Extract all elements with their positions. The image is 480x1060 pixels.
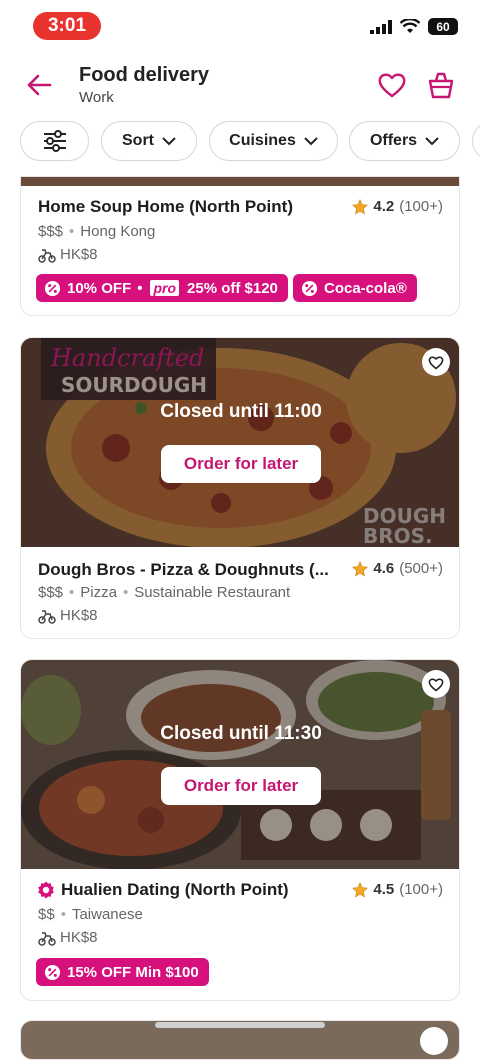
back-arrow-icon[interactable] <box>24 70 54 100</box>
cuisine-tag: Sustainable Restaurant <box>134 584 291 601</box>
signal-icon <box>370 19 392 34</box>
restaurant-image-edge <box>21 177 459 186</box>
status-time: 3:01 <box>33 12 101 40</box>
promo-badge-coca-cola: Coca-cola® <box>293 274 417 302</box>
filter-bar: Sort Cuisines Offers <box>0 121 480 163</box>
discount-icon <box>44 964 61 980</box>
cuisine-tag: Taiwanese <box>71 906 143 923</box>
rating-value: 4.5 <box>373 881 395 898</box>
home-indicator[interactable] <box>155 1022 325 1028</box>
cuisines-label: Cuisines <box>229 132 296 149</box>
restaurant-image: Closed until 11:30 Order for later <box>21 660 459 869</box>
price-level: $$$ <box>38 584 64 601</box>
delivery-fee: HK$8 <box>38 246 98 263</box>
delivery-fee-value: HK$8 <box>60 607 98 624</box>
rating-value: 4.6 <box>373 560 395 577</box>
closed-overlay <box>21 338 459 547</box>
promo-pro-text: 25% off $120 <box>187 279 278 297</box>
chevron-down-icon <box>162 136 176 145</box>
status-icons: 60 <box>370 18 458 35</box>
delivery-bike-icon <box>38 248 56 263</box>
promo-badge-discount: 10% OFF • pro 25% off $120 <box>36 274 288 302</box>
delivery-bike-icon <box>38 609 56 624</box>
star-icon <box>352 560 369 576</box>
restaurant-meta: $$$ • Pizza • Sustainable Restaurant <box>38 584 291 601</box>
delivery-fee: HK$8 <box>38 607 98 624</box>
restaurant-rating: 4.5 (100+) <box>352 881 443 898</box>
status-bar: 3:01 60 <box>0 0 480 54</box>
closed-label: Closed until 11:30 <box>160 723 322 744</box>
promo-discount-text: 10% OFF <box>67 279 132 297</box>
favorite-button[interactable] <box>422 348 450 376</box>
promo-badge-discount: 15% OFF Min $100 <box>36 958 209 986</box>
order-for-later-button[interactable]: Order for later <box>161 767 321 805</box>
restaurant-rating: 4.2 (100+) <box>352 198 443 215</box>
restaurant-name: Dough Bros - Pizza & Doughnuts (... <box>38 560 329 579</box>
star-icon <box>352 198 369 214</box>
review-count: (100+) <box>399 198 443 215</box>
delivery-fee-value: HK$8 <box>60 246 98 263</box>
sort-dropdown[interactable]: Sort <box>101 121 197 161</box>
restaurant-name: Home Soup Home (North Point) <box>38 197 293 216</box>
restaurant-card[interactable]: Closed until 11:30 Order for later Huali… <box>20 659 460 1001</box>
price-level: $$$ <box>38 223 64 240</box>
closed-label: Closed until 11:00 <box>160 401 322 422</box>
restaurant-name: Hualien Dating (North Point) <box>61 880 289 899</box>
heart-icon <box>428 355 444 370</box>
promo-coca-cola-text: Coca-cola® <box>324 279 407 297</box>
cuisine-tag: Pizza <box>80 584 117 601</box>
heart-icon <box>428 677 444 692</box>
delivery-fee-value: HK$8 <box>60 929 98 946</box>
wifi-icon <box>400 19 420 33</box>
battery-indicator: 60 <box>428 18 458 35</box>
favorites-heart-icon[interactable] <box>377 70 407 100</box>
cuisine-tag: Hong Kong <box>80 223 156 240</box>
restaurant-meta: $$ • Taiwanese <box>38 906 143 923</box>
more-filters-chip[interactable] <box>472 121 480 161</box>
delivery-address[interactable]: Work <box>79 89 114 106</box>
restaurant-card[interactable]: Handcrafted SOURDOUGH DOUGH BROS. Closed… <box>20 337 460 639</box>
restaurant-card[interactable]: Home Soup Home (North Point) 4.2 (100+) … <box>20 176 460 316</box>
filter-settings-button[interactable] <box>20 121 89 161</box>
pro-label: pro <box>150 280 180 296</box>
cuisines-dropdown[interactable]: Cuisines <box>209 121 338 161</box>
offers-dropdown[interactable]: Offers <box>349 121 460 161</box>
page-title: Food delivery <box>79 64 210 86</box>
app-header: Food delivery Work <box>0 56 480 116</box>
delivery-fee: HK$8 <box>38 929 98 946</box>
discount-icon <box>44 280 61 296</box>
favorite-button[interactable] <box>420 1027 448 1055</box>
promo-discount-text: 15% OFF Min $100 <box>67 963 199 981</box>
restaurant-rating: 4.6 (500+) <box>352 560 443 577</box>
sliders-icon <box>43 130 66 152</box>
rating-value: 4.2 <box>373 198 395 215</box>
chevron-down-icon <box>425 136 439 145</box>
verified-badge-icon <box>38 881 54 899</box>
favorite-button[interactable] <box>422 670 450 698</box>
star-icon <box>352 881 369 897</box>
review-count: (500+) <box>399 560 443 577</box>
chevron-down-icon <box>304 136 318 145</box>
shopping-bag-icon[interactable] <box>427 70 455 100</box>
review-count: (100+) <box>399 881 443 898</box>
restaurant-image: Handcrafted SOURDOUGH DOUGH BROS. Closed… <box>21 338 459 547</box>
price-level: $$ <box>38 906 55 923</box>
sort-label: Sort <box>122 132 154 149</box>
restaurant-meta: $$$ • Hong Kong <box>38 223 156 240</box>
order-for-later-button[interactable]: Order for later <box>161 445 321 483</box>
delivery-bike-icon <box>38 931 56 946</box>
closed-overlay <box>21 660 459 869</box>
offers-label: Offers <box>369 132 418 149</box>
discount-icon <box>301 280 318 296</box>
